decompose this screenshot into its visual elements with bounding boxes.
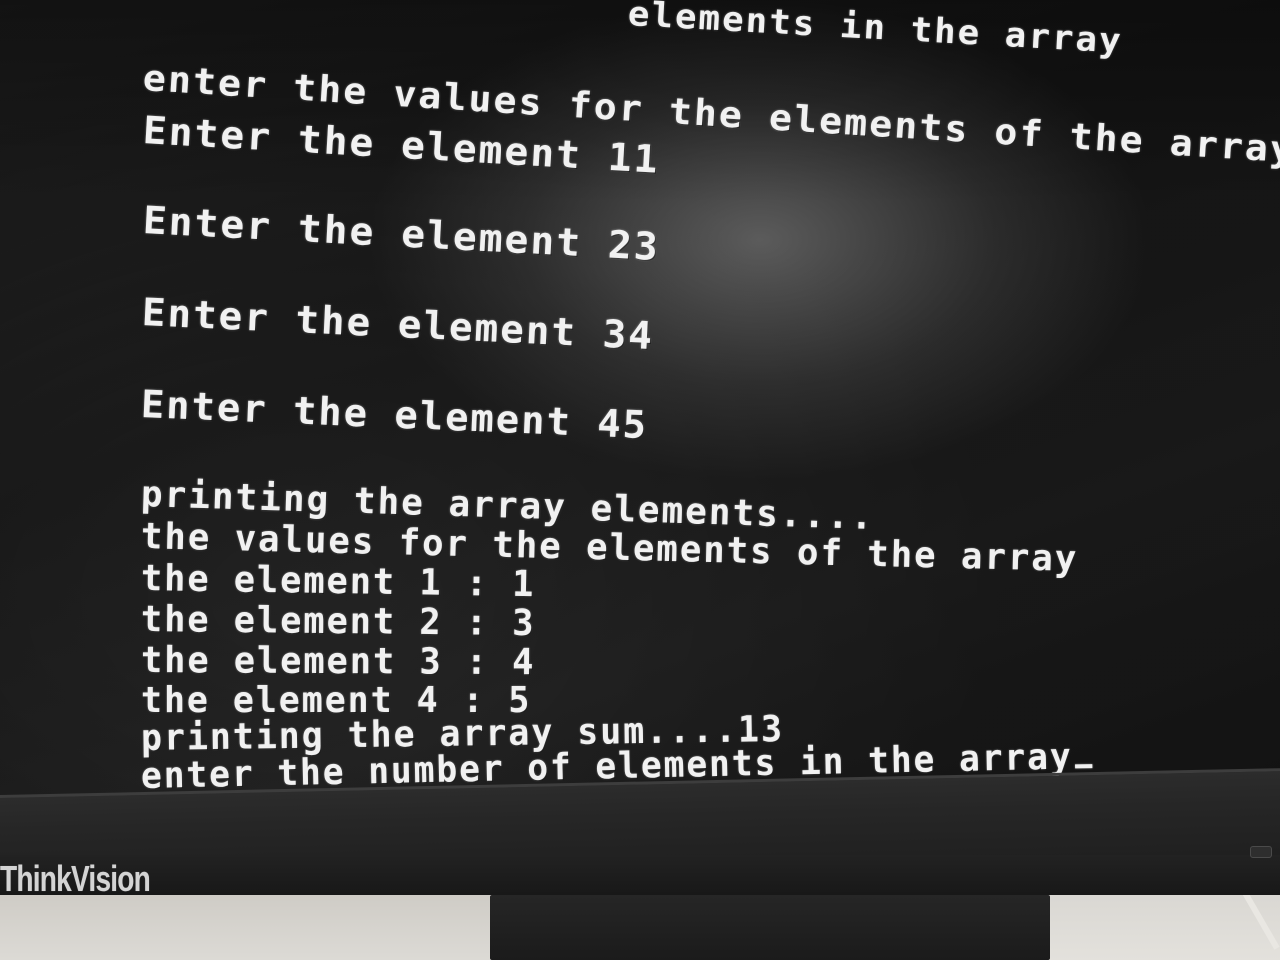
console-output: elements in the array enter the values f… (0, 0, 1280, 815)
text-cursor[interactable] (1074, 764, 1093, 769)
monitor-bezel-lower (0, 855, 1280, 895)
brand-logo: ThinkVision (0, 858, 151, 899)
console-line-enter-element-3: Enter the element 34 (140, 290, 655, 359)
console-line-prompt-count-prev: elements in the array (626, 0, 1124, 62)
desk-surface-left (0, 895, 490, 960)
console-line-element-1-value: the element 1 : 1 (140, 558, 536, 606)
power-button[interactable] (1250, 846, 1272, 858)
monitor-stand (490, 895, 1050, 960)
console-line-enter-element-2: Enter the element 23 (141, 198, 661, 270)
console-line-enter-element-4: Enter the element 45 (140, 382, 649, 448)
monitor-screen: elements in the array enter the values f… (0, 0, 1280, 815)
console-line-element-3-value: the element 3 : 4 (140, 640, 536, 684)
console-line-element-2-value: the element 2 : 3 (140, 599, 536, 645)
